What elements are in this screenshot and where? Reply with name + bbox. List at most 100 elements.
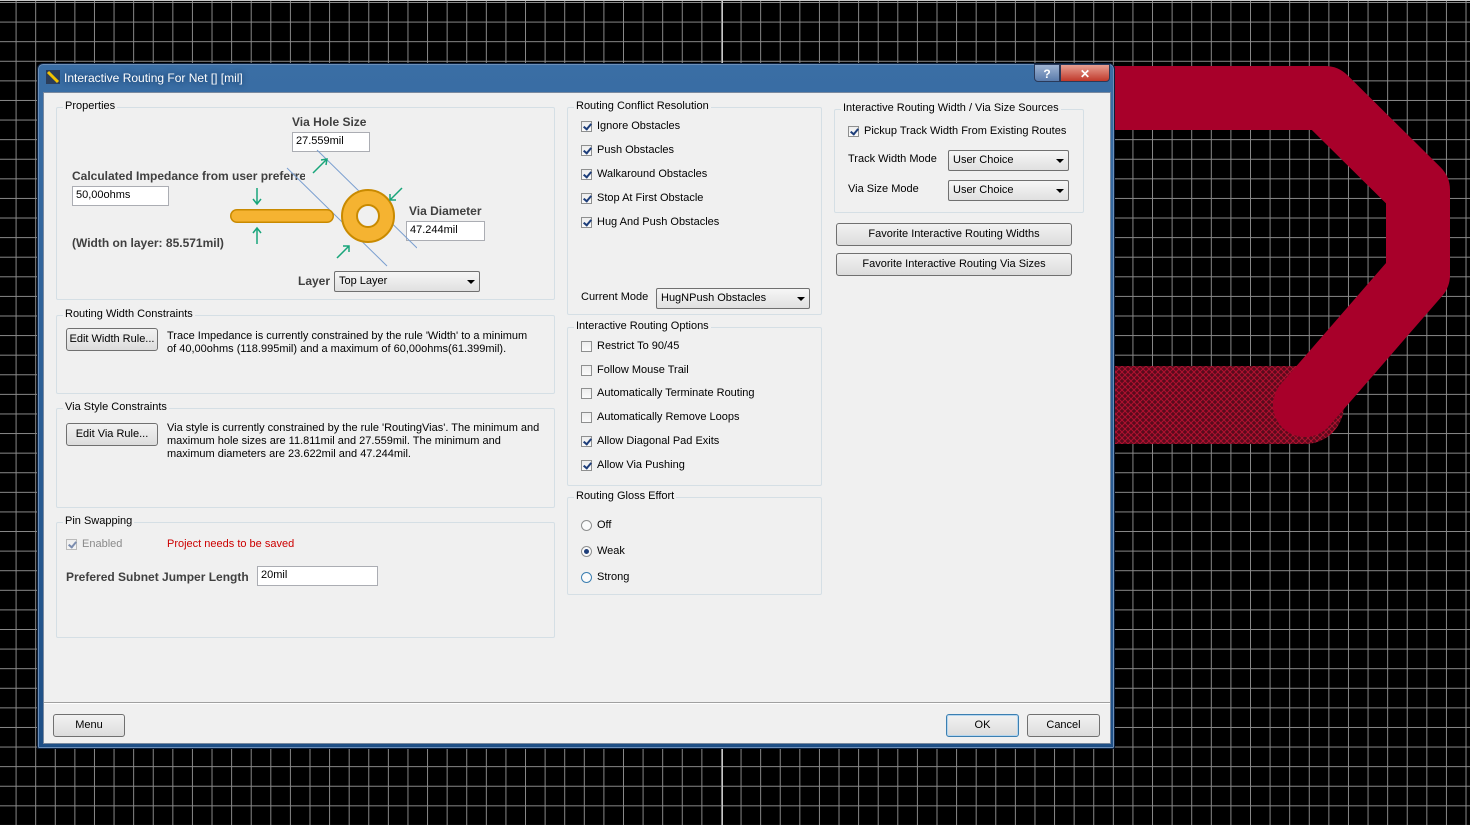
pin-swapping-group: Pin Swapping Enabled Project needs to be… — [56, 515, 555, 638]
checkbox-label: Enabled — [82, 538, 123, 550]
subnet-jumper-label: Prefered Subnet Jumper Length — [66, 570, 249, 584]
checkbox-label: Automatically Remove Loops — [597, 411, 740, 423]
checkbox-icon — [581, 411, 592, 423]
group-title: Routing Width Constraints — [63, 308, 195, 320]
layer-label: Layer — [298, 274, 331, 288]
checkbox-icon — [581, 364, 592, 376]
help-button[interactable]: ? — [1034, 64, 1060, 82]
track-width-mode-value: User Choice — [953, 154, 1014, 166]
checkbox-icon — [581, 387, 592, 399]
group-title: Pin Swapping — [63, 515, 135, 527]
pin-swap-enabled-checkbox[interactable]: Enabled — [66, 538, 122, 554]
checkbox-label: Restrict To 90/45 — [597, 340, 680, 352]
checkbox-label: Stop At First Obstacle — [597, 192, 704, 204]
layer-select[interactable]: Top Layer — [334, 271, 480, 292]
checkbox-label: Automatically Terminate Routing — [597, 387, 755, 399]
via-constraint-text: Via style is currently constrained by th… — [167, 422, 540, 460]
checkbox-icon — [581, 120, 592, 132]
auto-remove-loops-checkbox[interactable]: Automatically Remove Loops — [581, 411, 739, 427]
stop-at-first-obstacle-checkbox[interactable]: Stop At First Obstacle — [581, 192, 703, 208]
via-size-mode-value: User Choice — [953, 184, 1014, 196]
layer-select-value: Top Layer — [339, 275, 388, 287]
group-title: Routing Conflict Resolution — [574, 100, 711, 112]
window-title: Interactive Routing For Net [] [mil] — [64, 71, 243, 85]
allow-via-pushing-checkbox[interactable]: Allow Via Pushing — [581, 459, 685, 475]
menu-button[interactable]: Menu — [53, 714, 125, 737]
group-title: Interactive Routing Options — [574, 320, 711, 332]
cancel-button[interactable]: Cancel — [1027, 714, 1100, 737]
radio-label: Strong — [597, 571, 630, 583]
gloss-strong-radio[interactable]: Strong — [581, 571, 629, 587]
properties-group: Properties Via Hole Size 27.559mil Calcu… — [56, 100, 555, 300]
track-width-mode-label: Track Width Mode — [848, 153, 937, 165]
pcb-track — [1078, 66, 1450, 437]
checkbox-icon — [581, 168, 592, 180]
via-diagram-icon — [230, 149, 417, 267]
group-title: Interactive Routing Width / Via Size Sou… — [841, 102, 1061, 114]
current-mode-label: Current Mode — [581, 291, 649, 303]
group-title: Properties — [63, 100, 118, 112]
footer-divider — [44, 702, 1110, 704]
subnet-jumper-input[interactable]: 20mil — [257, 566, 378, 586]
via-size-mode-select[interactable]: User Choice — [948, 180, 1069, 201]
close-button[interactable]: ✕ — [1060, 64, 1110, 82]
ok-button[interactable]: OK — [946, 714, 1019, 737]
checkbox-label: Ignore Obstacles — [597, 120, 681, 132]
group-title: Via Style Constraints — [63, 401, 169, 413]
via-diameter-input[interactable]: 47.244mil — [406, 221, 485, 241]
checkbox-icon — [66, 538, 77, 550]
chevron-down-icon — [467, 280, 475, 284]
via-hole-size-label: Via Hole Size — [292, 115, 367, 129]
current-mode-value: HugNPush Obstacles — [661, 292, 767, 304]
ignore-obstacles-checkbox[interactable]: Ignore Obstacles — [581, 120, 680, 136]
radio-label: Off — [597, 519, 612, 531]
checkbox-icon — [581, 340, 592, 352]
gloss-weak-radio[interactable]: Weak — [581, 545, 625, 561]
via-size-mode-label: Via Size Mode — [848, 183, 919, 195]
favorite-via-sizes-button[interactable]: Favorite Interactive Routing Via Sizes — [836, 253, 1072, 276]
routing-options-group: Interactive Routing Options Restrict To … — [567, 320, 822, 486]
walkaround-obstacles-checkbox[interactable]: Walkaround Obstacles — [581, 168, 707, 184]
follow-mouse-trail-checkbox[interactable]: Follow Mouse Trail — [581, 364, 689, 380]
pickup-track-width-checkbox[interactable]: Pickup Track Width From Existing Routes — [848, 125, 1066, 141]
radio-icon — [581, 519, 592, 531]
checkbox-label: Allow Via Pushing — [597, 459, 685, 471]
radio-label: Weak — [597, 545, 625, 557]
track-width-mode-select[interactable]: User Choice — [948, 150, 1069, 171]
current-mode-select[interactable]: HugNPush Obstacles — [656, 288, 810, 309]
chevron-down-icon — [1056, 159, 1064, 163]
title-bar[interactable]: Interactive Routing For Net [] [mil] ? ✕ — [38, 64, 1114, 92]
checkbox-label: Follow Mouse Trail — [597, 364, 689, 376]
app-icon — [46, 70, 60, 84]
allow-diagonal-pad-exits-checkbox[interactable]: Allow Diagonal Pad Exits — [581, 435, 719, 451]
interactive-routing-dialog: Interactive Routing For Net [] [mil] ? ✕… — [37, 63, 1115, 749]
checkbox-icon — [581, 192, 592, 204]
edit-via-rule-button[interactable]: Edit Via Rule... — [66, 423, 158, 446]
checkbox-icon — [581, 459, 592, 471]
chevron-down-icon — [1056, 189, 1064, 193]
checkbox-icon — [581, 144, 592, 156]
gloss-off-radio[interactable]: Off — [581, 519, 611, 535]
favorite-widths-button[interactable]: Favorite Interactive Routing Widths — [836, 223, 1072, 246]
checkbox-label: Walkaround Obstacles — [597, 168, 708, 180]
restrict-90-45-checkbox[interactable]: Restrict To 90/45 — [581, 340, 679, 356]
checkbox-icon — [581, 216, 592, 228]
via-style-constraints-group: Via Style Constraints Edit Via Rule... V… — [56, 401, 555, 508]
chevron-down-icon — [797, 297, 805, 301]
auto-terminate-checkbox[interactable]: Automatically Terminate Routing — [581, 387, 755, 403]
radio-icon — [581, 545, 592, 557]
calc-impedance-input[interactable]: 50,00ohms — [72, 186, 169, 206]
checkbox-icon — [581, 435, 592, 447]
conflict-resolution-group: Routing Conflict Resolution Ignore Obsta… — [567, 100, 822, 315]
checkbox-icon — [848, 125, 859, 137]
group-title: Routing Gloss Effort — [574, 490, 677, 502]
size-sources-group: Interactive Routing Width / Via Size Sou… — [834, 102, 1084, 213]
edit-width-rule-button[interactable]: Edit Width Rule... — [66, 328, 158, 351]
push-obstacles-checkbox[interactable]: Push Obstacles — [581, 144, 674, 160]
width-constraint-text: Trace Impedance is currently constrained… — [167, 330, 528, 355]
gloss-effort-group: Routing Gloss Effort Off Weak Strong — [567, 490, 822, 595]
routing-width-constraints-group: Routing Width Constraints Edit Width Rul… — [56, 308, 555, 394]
width-on-layer-text: (Width on layer: 85.571mil) — [72, 236, 224, 250]
radio-icon — [581, 571, 592, 583]
hug-and-push-checkbox[interactable]: Hug And Push Obstacles — [581, 216, 719, 232]
